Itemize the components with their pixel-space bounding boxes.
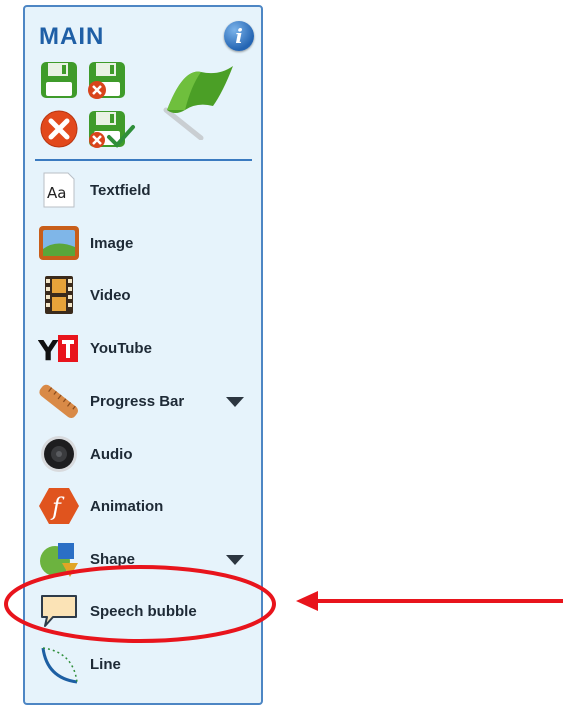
item-animation[interactable]: f Animation — [37, 483, 252, 529]
svg-text:Aa: Aa — [47, 184, 66, 202]
item-textfield[interactable]: Aa Textfield — [37, 167, 252, 213]
panel-title: MAIN — [39, 23, 105, 50]
item-label: Animation — [90, 497, 164, 515]
svg-text:Y: Y — [38, 334, 59, 363]
save-confirm-button[interactable] — [87, 109, 135, 149]
flag-button[interactable] — [161, 62, 237, 141]
item-youtube[interactable]: Y YouTube — [37, 325, 252, 371]
speech-bubble-icon — [37, 589, 81, 633]
speaker-icon — [37, 432, 81, 476]
item-label: Progress Bar — [90, 392, 185, 410]
textfield-icon: Aa — [37, 168, 81, 212]
image-icon — [37, 221, 81, 265]
cancel-button[interactable] — [39, 109, 79, 149]
info-icon[interactable]: i — [224, 21, 254, 51]
item-label: Audio — [90, 445, 133, 463]
floppy-disk-check-icon — [89, 111, 135, 148]
main-panel: MAIN i Aa Textfield Image Video Y YouTub… — [23, 5, 263, 705]
item-label: YouTube — [90, 339, 152, 357]
item-video[interactable]: Video — [37, 272, 252, 318]
chevron-down-icon[interactable] — [226, 555, 244, 565]
youtube-icon: Y — [37, 326, 81, 370]
toolbar-divider — [35, 159, 252, 161]
floppy-disk-x-icon — [88, 62, 125, 99]
item-line[interactable]: Line — [37, 641, 252, 687]
item-label: Shape — [90, 550, 136, 568]
item-label: Image — [90, 234, 134, 252]
film-strip-icon — [37, 273, 81, 317]
ruler-icon — [37, 379, 81, 423]
animation-f-icon: f — [37, 484, 81, 528]
save-discard-button[interactable] — [87, 60, 127, 100]
item-image[interactable]: Image — [37, 220, 252, 266]
pointer-arrow-head — [296, 591, 318, 611]
shapes-icon — [37, 537, 81, 581]
item-label: Textfield — [90, 181, 151, 199]
item-speech-bubble[interactable]: Speech bubble — [37, 588, 252, 634]
item-label: Line — [90, 655, 121, 673]
curved-line-icon — [37, 642, 81, 686]
save-button[interactable] — [39, 60, 79, 100]
item-shape[interactable]: Shape — [37, 536, 252, 582]
chevron-down-icon[interactable] — [226, 397, 244, 407]
item-progress-bar[interactable]: Progress Bar — [37, 378, 252, 424]
red-x-circle-icon — [40, 110, 78, 148]
item-label: Speech bubble — [90, 602, 197, 620]
item-audio[interactable]: Audio — [37, 431, 252, 477]
floppy-disk-icon — [41, 62, 77, 98]
green-flag-icon — [163, 66, 233, 141]
item-label: Video — [90, 286, 131, 304]
